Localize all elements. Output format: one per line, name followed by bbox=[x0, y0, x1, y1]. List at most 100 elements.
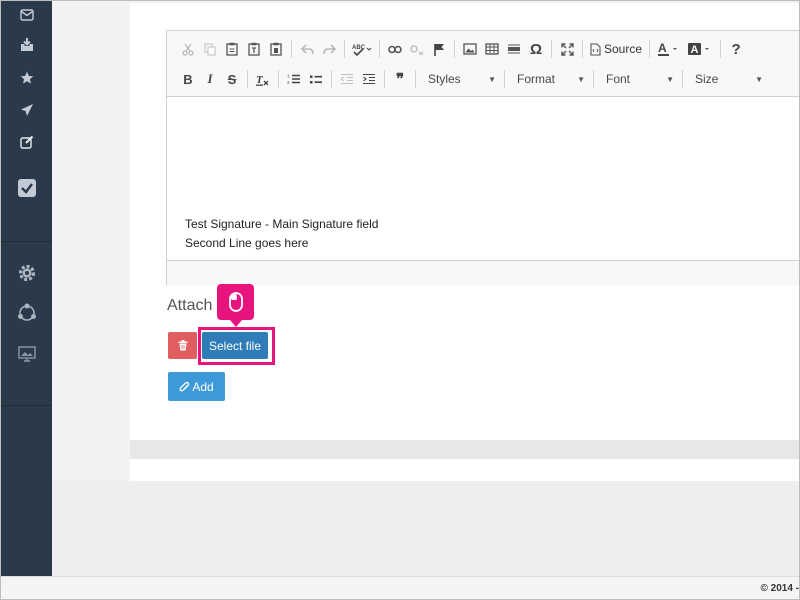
editor-statusbar bbox=[167, 260, 799, 285]
svg-text:A: A bbox=[658, 42, 667, 55]
svg-text:A: A bbox=[691, 44, 699, 56]
paper-plane-icon[interactable] bbox=[15, 98, 39, 122]
toolbar-separator bbox=[415, 70, 416, 88]
numbered-list-icon[interactable]: 12 bbox=[283, 68, 305, 90]
svg-text:T: T bbox=[256, 74, 264, 86]
mouse-click-indicator bbox=[217, 284, 254, 327]
chevron-down-icon: ▼ bbox=[488, 74, 496, 84]
cut-icon[interactable] bbox=[177, 38, 199, 60]
strikethrough-icon[interactable]: S bbox=[221, 68, 243, 90]
toolbar-row-1: ABC Ω Source A A ? bbox=[177, 38, 747, 60]
toolbar-separator bbox=[331, 70, 332, 88]
source-label: Source bbox=[604, 42, 643, 56]
table-icon[interactable] bbox=[481, 38, 503, 60]
indent-icon[interactable] bbox=[358, 68, 380, 90]
format-label: Format bbox=[517, 72, 556, 86]
paperclip-icon bbox=[179, 381, 190, 391]
bulleted-list-icon[interactable] bbox=[305, 68, 327, 90]
source-icon bbox=[590, 42, 601, 56]
signature-line-1: Test Signature - Main Signature field bbox=[185, 217, 379, 231]
remove-format-icon[interactable]: T bbox=[252, 68, 274, 90]
paste-icon[interactable] bbox=[221, 38, 243, 60]
sidebar-divider bbox=[1, 405, 52, 406]
toolbar-separator bbox=[551, 40, 552, 58]
toolbar-separator bbox=[582, 40, 583, 58]
horizontal-rule-icon[interactable] bbox=[503, 38, 525, 60]
rich-text-editor: ABC Ω Source A A ? B I S T 1 2 ❞ Styles … bbox=[166, 30, 799, 285]
editor-content-area[interactable]: Test Signature - Main Signature field Se… bbox=[167, 98, 799, 260]
signature-line-2: Second Line goes here bbox=[185, 236, 309, 250]
svg-text:2: 2 bbox=[287, 80, 290, 85]
delete-attachment-button[interactable] bbox=[168, 332, 197, 359]
text-color-button[interactable]: A bbox=[654, 38, 684, 60]
monitor-image-icon[interactable] bbox=[15, 342, 39, 366]
chevron-down-icon: ▼ bbox=[577, 74, 585, 84]
size-label: Size bbox=[695, 72, 719, 86]
toolbar-separator bbox=[344, 40, 345, 58]
select-file-button[interactable]: Select file bbox=[202, 332, 268, 359]
chevron-down-icon: ▼ bbox=[755, 74, 763, 84]
size-dropdown[interactable]: Size ▼ bbox=[687, 68, 767, 90]
toolbar-separator bbox=[504, 70, 505, 88]
undo-icon[interactable] bbox=[296, 38, 318, 60]
unlink-icon[interactable] bbox=[406, 38, 428, 60]
network-icon[interactable] bbox=[15, 301, 39, 325]
background-color-button[interactable]: A bbox=[684, 38, 716, 60]
panel-footer-band bbox=[130, 440, 799, 459]
toolbar-separator bbox=[593, 70, 594, 88]
blockquote-icon[interactable]: ❞ bbox=[389, 68, 411, 90]
toolbar-separator bbox=[720, 40, 722, 58]
toolbar-separator bbox=[247, 70, 248, 88]
svg-text:ABC: ABC bbox=[352, 45, 366, 51]
font-label: Font bbox=[606, 72, 631, 86]
toolbar-separator bbox=[454, 40, 455, 58]
gear-icon[interactable] bbox=[15, 261, 39, 285]
sidebar bbox=[1, 1, 52, 576]
styles-label: Styles bbox=[428, 72, 461, 86]
redo-icon[interactable] bbox=[318, 38, 340, 60]
chevron-down-icon: ▼ bbox=[666, 74, 674, 84]
copy-icon[interactable] bbox=[199, 38, 221, 60]
styles-dropdown[interactable]: Styles ▼ bbox=[420, 68, 500, 90]
add-label: Add bbox=[192, 379, 214, 394]
source-button[interactable]: Source bbox=[587, 38, 645, 60]
mouse-icon bbox=[228, 292, 243, 312]
format-dropdown[interactable]: Format ▼ bbox=[509, 68, 589, 90]
toolbar-separator bbox=[649, 40, 651, 58]
font-dropdown[interactable]: Font ▼ bbox=[598, 68, 678, 90]
maximize-icon[interactable] bbox=[556, 38, 578, 60]
paste-word-icon[interactable] bbox=[265, 38, 287, 60]
svg-text:1: 1 bbox=[287, 74, 290, 79]
toolbar-separator bbox=[278, 70, 279, 88]
trash-icon bbox=[178, 340, 187, 351]
anchor-flag-icon[interactable] bbox=[428, 38, 450, 60]
star-icon[interactable] bbox=[15, 66, 39, 90]
page-footer: © 2014 - bbox=[1, 576, 799, 599]
app-frame: ABC Ω Source A A ? B I S T 1 2 ❞ Styles … bbox=[0, 0, 800, 600]
sidebar-divider bbox=[1, 241, 52, 242]
bold-icon[interactable]: B bbox=[177, 68, 199, 90]
copyright-text: © 2014 - bbox=[760, 583, 799, 594]
special-char-icon[interactable]: Ω bbox=[525, 38, 547, 60]
spellcheck-icon[interactable]: ABC bbox=[349, 38, 375, 60]
toolbar-separator bbox=[682, 70, 683, 88]
attach-label: Attach bbox=[167, 297, 213, 314]
link-icon[interactable] bbox=[384, 38, 406, 60]
editor-toolbar: ABC Ω Source A A ? B I S T 1 2 ❞ Styles … bbox=[167, 31, 799, 97]
outdent-icon[interactable] bbox=[336, 68, 358, 90]
inbox-download-icon[interactable] bbox=[15, 33, 39, 57]
page-background bbox=[52, 481, 799, 576]
paste-text-icon[interactable] bbox=[243, 38, 265, 60]
check-square-icon[interactable] bbox=[15, 176, 39, 200]
toolbar-row-2: B I S T 12 ❞ Styles ▼ Format ▼ Font ▼ Si… bbox=[177, 68, 767, 90]
toolbar-separator bbox=[291, 40, 292, 58]
image-icon[interactable] bbox=[459, 38, 481, 60]
toolbar-separator bbox=[384, 70, 385, 88]
italic-icon[interactable]: I bbox=[199, 68, 221, 90]
help-icon[interactable]: ? bbox=[725, 38, 747, 60]
envelope-icon[interactable] bbox=[15, 3, 39, 27]
panel-bottom bbox=[130, 459, 799, 481]
add-attachment-button[interactable]: Add bbox=[168, 372, 225, 401]
toolbar-separator bbox=[379, 40, 380, 58]
compose-icon[interactable] bbox=[15, 130, 39, 154]
